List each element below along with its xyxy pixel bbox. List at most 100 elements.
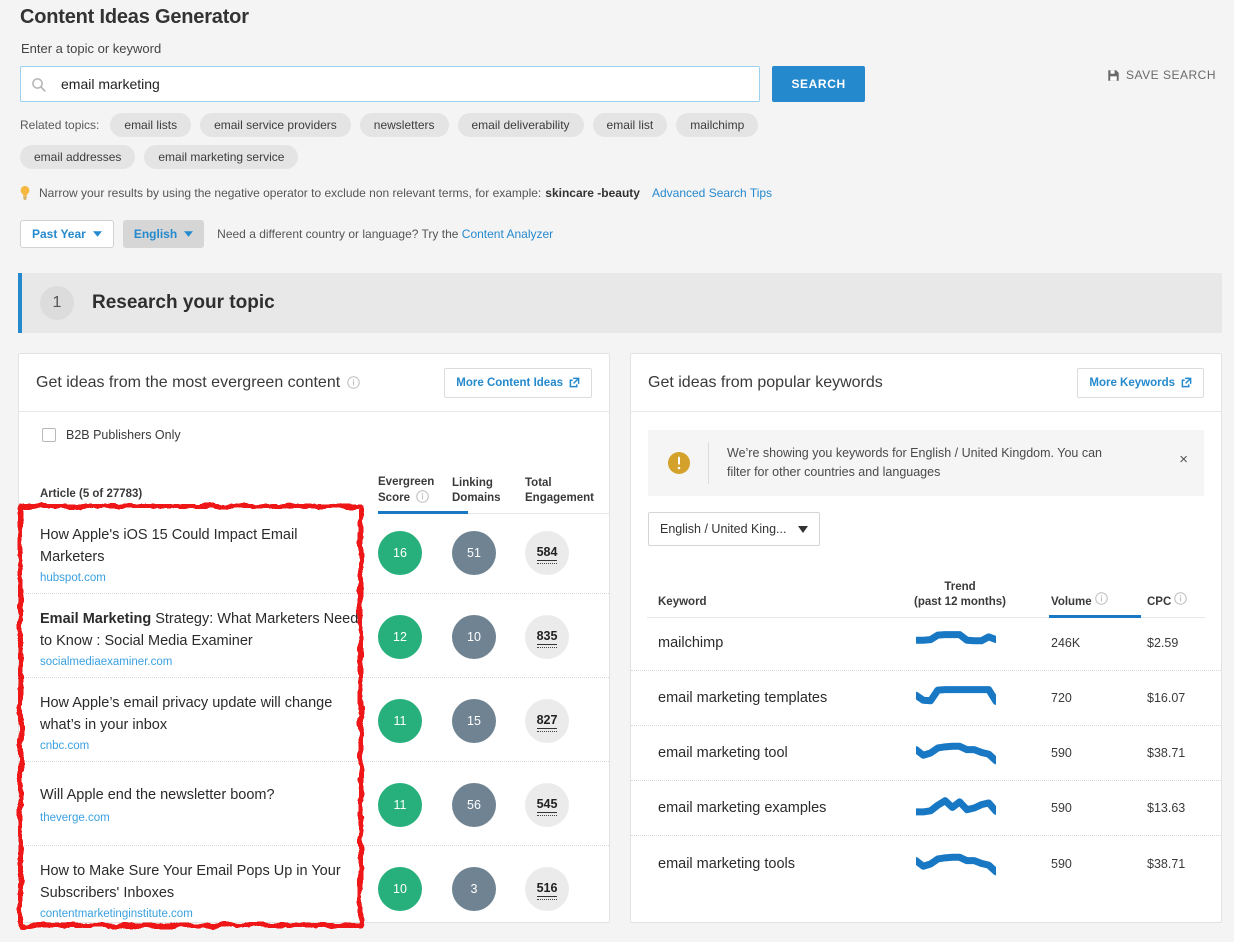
table-row[interactable]: How to Make Sure Your Email Pops Up in Y…: [19, 846, 609, 930]
search-tip: Narrow your results by using the negativ…: [18, 185, 772, 201]
advanced-search-tips-link[interactable]: Advanced Search Tips: [652, 186, 772, 200]
b2b-publishers-filter[interactable]: B2B Publishers Only: [19, 412, 609, 442]
total-engagement-bubble: 516: [525, 867, 569, 911]
article-title-highlight: Email Marketing: [40, 611, 151, 627]
related-topics: Related topics: email lists email servic…: [20, 113, 840, 169]
search-button[interactable]: SEARCH: [772, 66, 864, 102]
close-icon[interactable]: ×: [1179, 452, 1188, 467]
page-title: Content Ideas Generator: [20, 6, 249, 29]
article-domain[interactable]: socialmediaexaminer.com: [40, 656, 172, 668]
keyword-cpc: $38.71: [1147, 746, 1185, 760]
keyword-name[interactable]: email marketing templates: [658, 690, 827, 706]
evergreen-table-header: Article (5 of 27783) EvergreenScore Link…: [19, 454, 609, 510]
column-evergreen-score[interactable]: EvergreenScore: [378, 475, 444, 506]
locale-notice-text: We’re showing you keywords for English /…: [727, 444, 1127, 482]
info-icon[interactable]: [416, 490, 429, 503]
keyword-volume: 590: [1051, 857, 1072, 871]
total-engagement-value: 545: [537, 797, 558, 813]
total-engagement-bubble: 584: [525, 531, 569, 575]
related-topic-chip[interactable]: email deliverability: [458, 113, 584, 137]
more-content-ideas-button[interactable]: More Content Ideas: [444, 368, 592, 398]
column-trend: Trend (past 12 months): [914, 580, 1006, 610]
date-filter-dropdown[interactable]: Past Year: [20, 220, 114, 248]
column-volume[interactable]: Volume: [1051, 592, 1108, 610]
related-topic-chip[interactable]: email lists: [110, 113, 191, 137]
trend-sparkline: [916, 794, 996, 822]
related-topic-chip[interactable]: newsletters: [360, 113, 449, 137]
table-row[interactable]: Email Marketing Strategy: What Marketers…: [19, 594, 609, 678]
b2b-publishers-checkbox[interactable]: [42, 428, 56, 442]
trend-sparkline: [916, 629, 996, 657]
notice-divider: [708, 442, 709, 484]
external-link-icon: [569, 377, 580, 388]
article-title[interactable]: Will Apple end the newsletter boom?: [40, 784, 360, 806]
info-icon[interactable]: [347, 376, 360, 389]
related-topic-chip[interactable]: email list: [593, 113, 668, 137]
evergreen-card-header: Get ideas from the most evergreen conten…: [19, 354, 609, 412]
keyword-cpc: $13.63: [1147, 801, 1185, 815]
evergreen-card-title-text: Get ideas from the most evergreen conten…: [36, 374, 340, 392]
chevron-down-icon: [93, 231, 102, 237]
info-icon[interactable]: [1095, 592, 1108, 605]
step-number: 1: [40, 286, 74, 320]
keyword-name[interactable]: email marketing tools: [658, 856, 795, 872]
article-title[interactable]: How Apple's iOS 15 Could Impact Email Ma…: [40, 524, 360, 568]
linking-domains-bubble: 51: [452, 531, 496, 575]
lightbulb-icon: [18, 185, 32, 201]
page-root: Content Ideas Generator Enter a topic or…: [0, 0, 1234, 942]
column-linking-domains[interactable]: LinkingDomains: [452, 476, 518, 506]
step-title: Research your topic: [92, 292, 275, 314]
table-row[interactable]: email marketing tools 590 $38.71: [631, 836, 1221, 891]
table-row[interactable]: How Apple's iOS 15 Could Impact Email Ma…: [19, 510, 609, 594]
search-input[interactable]: [59, 67, 749, 101]
keyword-volume: 246K: [1051, 636, 1080, 650]
article-title[interactable]: How to Make Sure Your Email Pops Up in Y…: [40, 860, 360, 904]
article-domain[interactable]: hubspot.com: [40, 572, 106, 584]
evergreen-content-card: Get ideas from the most evergreen conten…: [18, 353, 610, 923]
article-domain[interactable]: cnbc.com: [40, 740, 89, 752]
keyword-volume: 720: [1051, 691, 1072, 705]
content-analyzer-link[interactable]: Content Analyzer: [462, 227, 553, 241]
more-keywords-label: More Keywords: [1089, 377, 1175, 389]
external-link-icon: [1181, 377, 1192, 388]
search-box[interactable]: [20, 66, 760, 102]
language-filter-dropdown[interactable]: English: [123, 220, 204, 248]
total-engagement-value: 516: [537, 881, 558, 897]
linking-domains-bubble: 10: [452, 615, 496, 659]
column-total-engagement[interactable]: TotalEngagement: [525, 476, 591, 506]
related-topic-chip[interactable]: email marketing service: [144, 145, 298, 169]
linking-domains-bubble: 3: [452, 867, 496, 911]
keyword-cpc: $38.71: [1147, 857, 1185, 871]
table-row[interactable]: How Apple’s email privacy update will ch…: [19, 678, 609, 762]
table-row[interactable]: mailchimp 246K $2.59: [631, 616, 1221, 671]
save-search-button[interactable]: SAVE SEARCH: [1107, 68, 1216, 82]
search-icon: [31, 77, 47, 93]
table-row[interactable]: Will Apple end the newsletter boom? thev…: [19, 762, 609, 846]
language-filter-label: English: [134, 227, 177, 241]
info-icon[interactable]: [1174, 592, 1187, 605]
more-keywords-button[interactable]: More Keywords: [1077, 368, 1204, 398]
keyword-cpc: $16.07: [1147, 691, 1185, 705]
related-topic-chip[interactable]: email service providers: [200, 113, 351, 137]
column-cpc[interactable]: CPC: [1147, 592, 1187, 610]
table-row[interactable]: email marketing examples 590 $13.63: [631, 781, 1221, 836]
article-title[interactable]: Email Marketing Strategy: What Marketers…: [40, 608, 360, 652]
article-domain[interactable]: contentmarketinginstitute.com: [40, 908, 193, 920]
keyword-name[interactable]: mailchimp: [658, 635, 723, 651]
column-trend-line1: Trend: [944, 581, 975, 593]
date-filter-label: Past Year: [32, 227, 86, 241]
article-title[interactable]: How Apple’s email privacy update will ch…: [40, 692, 360, 736]
step-banner: 1 Research your topic: [18, 273, 1222, 333]
related-topics-label: Related topics:: [20, 118, 99, 132]
keyword-name[interactable]: email marketing tool: [658, 745, 788, 761]
article-domain[interactable]: theverge.com: [40, 812, 110, 824]
table-row[interactable]: email marketing tool 590 $38.71: [631, 726, 1221, 781]
keyword-rows: mailchimp 246K $2.59 email marketing tem…: [631, 616, 1221, 891]
language-country-select[interactable]: English / United King...: [648, 512, 820, 546]
evergreen-score-bubble: 11: [378, 783, 422, 827]
table-row[interactable]: email marketing templates 720 $16.07: [631, 671, 1221, 726]
keyword-cpc: $2.59: [1147, 636, 1178, 650]
keyword-name[interactable]: email marketing examples: [658, 800, 826, 816]
related-topic-chip[interactable]: mailchimp: [676, 113, 758, 137]
related-topic-chip[interactable]: email addresses: [20, 145, 135, 169]
